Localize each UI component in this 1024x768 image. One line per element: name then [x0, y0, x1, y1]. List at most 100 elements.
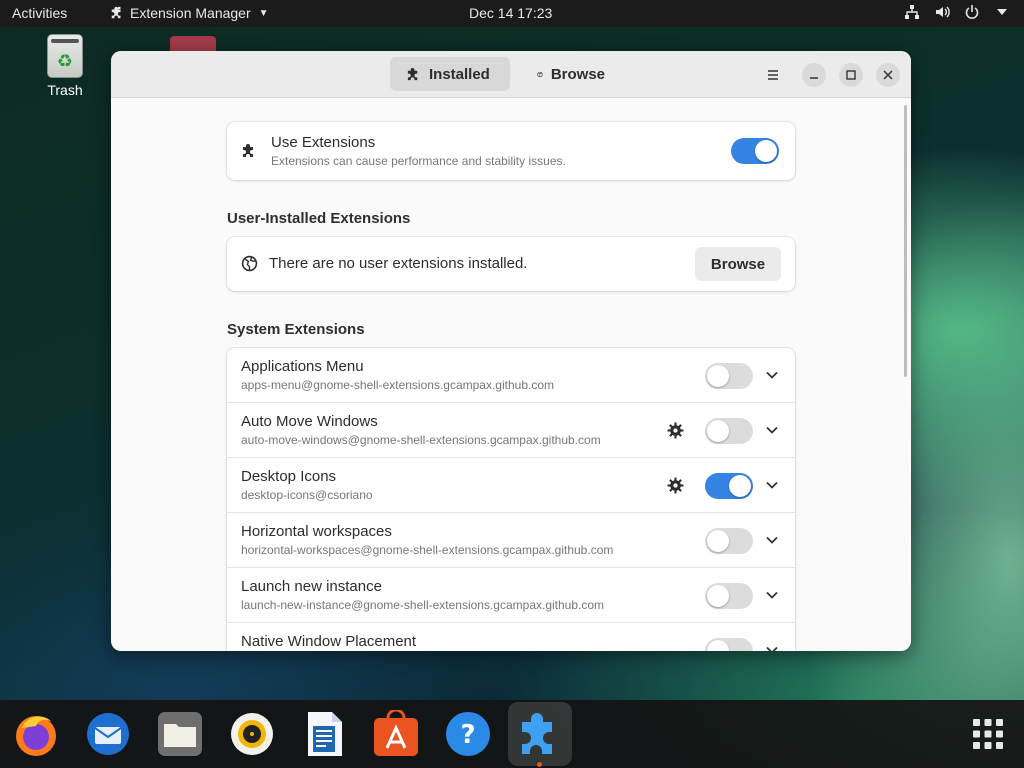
maximize-button[interactable] [839, 63, 863, 87]
app-name-label: Extension Manager [130, 5, 251, 21]
switch-knob [755, 140, 777, 162]
globe-icon [241, 255, 258, 272]
switch-knob [707, 530, 729, 552]
extension-row[interactable]: Auto Move Windows auto-move-windows@gnome… [227, 403, 795, 458]
dock: ? [0, 700, 1024, 768]
no-user-extensions-text: There are no user extensions installed. [269, 255, 528, 272]
chevron-down-icon[interactable] [765, 533, 779, 547]
firefox-icon[interactable] [12, 710, 60, 758]
user-installed-heading: User-Installed Extensions [227, 210, 411, 227]
extension-text: Launch new instance launch-new-instance@g… [241, 578, 604, 612]
extension-uuid: apps-menu@gnome-shell-extensions.gcampax… [241, 378, 555, 392]
extension-uuid: desktop-icons@csoriano [241, 488, 373, 502]
user-extensions-card: There are no user extensions installed. … [227, 237, 795, 291]
extension-text: Desktop Icons desktop-icons@csoriano [241, 468, 373, 502]
top-bar: Activities Extension Manager ▼ Dec 14 17… [0, 0, 1024, 27]
tab-installed-label: Installed [429, 65, 490, 83]
volume-icon [936, 6, 950, 18]
software-icon[interactable] [372, 710, 420, 758]
active-indicator [537, 762, 542, 767]
desktop-trash[interactable]: ♻ Trash [40, 34, 90, 98]
network-icon [905, 5, 919, 19]
puzzle-icon [407, 67, 418, 80]
extension-row[interactable]: Launch new instance launch-new-instance@g… [227, 568, 795, 623]
switch-knob [707, 585, 729, 607]
use-extensions-text: Use Extensions Extensions can cause perf… [271, 134, 566, 168]
puzzle-icon [243, 144, 253, 157]
rhythmbox-icon[interactable] [228, 710, 276, 758]
extension-manager-icon[interactable] [516, 710, 564, 758]
show-apps-icon[interactable] [972, 718, 1004, 750]
extension-name: Auto Move Windows [241, 413, 378, 430]
extension-toggle[interactable] [705, 583, 753, 609]
files-icon[interactable] [156, 710, 204, 758]
minimize-icon [810, 77, 818, 79]
extension-row[interactable]: Horizontal workspaces horizontal-workspac… [227, 513, 795, 568]
extension-uuid: auto-move-windows@gnome-shell-extensions… [241, 433, 601, 447]
header-bar: Installed Browse [111, 51, 911, 98]
extension-text: Horizontal workspaces horizontal-workspac… [241, 523, 613, 557]
extension-text: Native Window Placement [241, 633, 416, 651]
close-button[interactable] [876, 63, 900, 87]
extension-toggle[interactable] [705, 418, 753, 444]
chevron-down-icon[interactable] [765, 423, 779, 437]
scrollbar[interactable] [904, 105, 907, 377]
extension-name: Native Window Placement [241, 633, 417, 650]
power-icon [965, 5, 979, 19]
extension-uuid: horizontal-workspaces@gnome-shell-extens… [241, 543, 614, 557]
puzzle-icon [111, 6, 121, 19]
switch-knob [707, 365, 729, 387]
gear-icon[interactable] [667, 477, 684, 494]
extension-uuid: launch-new-instance@gnome-shell-extensio… [241, 598, 605, 612]
caret-down-icon [997, 9, 1007, 15]
switch-knob [729, 475, 751, 497]
chevron-down-icon[interactable] [765, 588, 779, 602]
caret-down-icon: ▼ [258, 7, 269, 19]
extension-row[interactable]: Desktop Icons desktop-icons@csoriano [227, 458, 795, 513]
close-icon [883, 70, 893, 80]
clock[interactable]: Dec 14 17:23 [469, 5, 552, 21]
tab-browse[interactable]: Browse [521, 57, 621, 91]
trash-icon: ♻ [47, 34, 83, 78]
extension-name: Launch new instance [241, 578, 382, 595]
extension-text: Auto Move Windows auto-move-windows@gnome… [241, 413, 601, 447]
globe-icon [537, 71, 543, 77]
tab-installed[interactable]: Installed [390, 57, 510, 91]
system-extensions-heading: System Extensions [227, 321, 365, 338]
extension-manager-window: Installed Browse Use Extensions Extensio… [111, 51, 911, 651]
installed-page: Use Extensions Extensions can cause perf… [111, 99, 911, 651]
use-extensions-switch[interactable] [731, 138, 779, 164]
extension-toggle[interactable] [705, 473, 753, 499]
switch-knob [707, 640, 729, 651]
chevron-down-icon[interactable] [765, 368, 779, 382]
switch-knob [707, 420, 729, 442]
extension-row[interactable]: Applications Menu apps-menu@gnome-shell-e… [227, 348, 795, 403]
system-extensions-list: Applications Menu apps-menu@gnome-shell-e… [227, 348, 795, 651]
maximize-icon [846, 70, 856, 80]
system-tray[interactable] [904, 4, 1010, 20]
chevron-down-icon[interactable] [765, 478, 779, 492]
gear-icon[interactable] [667, 422, 684, 439]
activities-button[interactable]: Activities [12, 5, 67, 21]
app-menu-button[interactable]: Extension Manager ▼ [110, 5, 269, 21]
extension-text: Applications Menu apps-menu@gnome-shell-e… [241, 358, 554, 392]
use-extensions-subtitle: Extensions can cause performance and sta… [271, 154, 566, 168]
writer-icon[interactable] [300, 710, 348, 758]
extension-row[interactable]: Native Window Placement [227, 623, 795, 651]
svg-text:?: ? [460, 720, 475, 750]
chevron-down-icon[interactable] [765, 643, 779, 651]
browse-button[interactable]: Browse [695, 247, 781, 281]
help-icon[interactable]: ? [444, 710, 492, 758]
minimize-button[interactable] [802, 63, 826, 87]
use-extensions-row: Use Extensions Extensions can cause perf… [227, 122, 795, 180]
trash-label: Trash [47, 82, 83, 98]
thunderbird-icon[interactable] [84, 710, 132, 758]
extension-toggle[interactable] [705, 528, 753, 554]
extension-name: Horizontal workspaces [241, 523, 392, 540]
extension-name: Desktop Icons [241, 468, 337, 485]
extension-toggle[interactable] [705, 638, 753, 651]
main-menu-icon[interactable] [763, 65, 783, 85]
use-extensions-title: Use Extensions [271, 134, 376, 151]
tab-browse-label: Browse [550, 65, 605, 83]
extension-toggle[interactable] [705, 363, 753, 389]
